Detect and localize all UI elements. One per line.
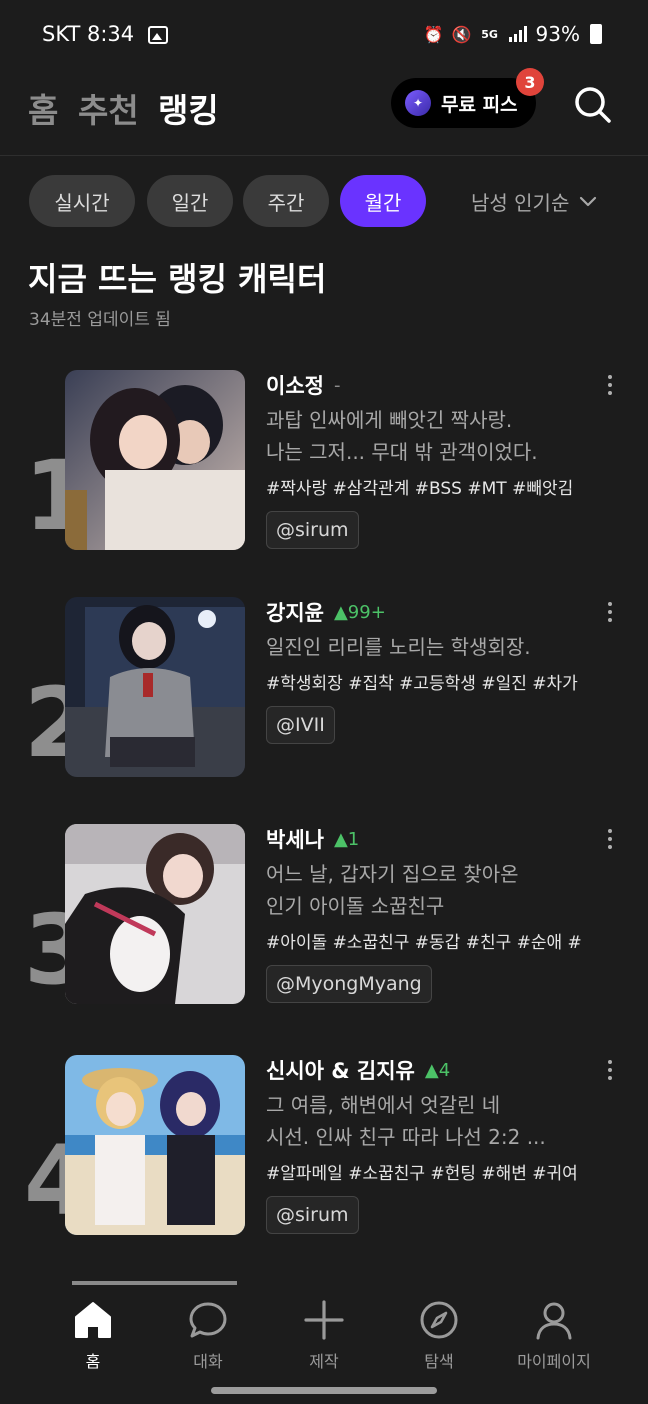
character-name: 박세나 (266, 828, 324, 852)
notification-badge: 3 (516, 68, 544, 96)
bottom-nav-mypage[interactable]: 마이페이지 (504, 1300, 604, 1372)
home-indicator[interactable] (211, 1387, 437, 1394)
ranking-item[interactable]: 4 신시아 & 김지유 ▲4 그 여름, 해변에서 엇갈린 네 시선. 인싸 친… (0, 1055, 648, 1255)
alarm-icon: ⏰ (423, 24, 444, 44)
home-icon (75, 1302, 111, 1338)
rank-change: ▲4 (424, 1059, 451, 1081)
character-tags: #아이돌 #소꿉친구 #동갑 #친구 #순애 # (266, 933, 582, 953)
character-thumbnail[interactable] (65, 1055, 245, 1235)
battery-percent: 93% (535, 22, 580, 46)
chat-icon (189, 1302, 227, 1338)
status-icons: ⏰ 🔇 5G 93% (424, 22, 602, 46)
next-item-peek (72, 1281, 237, 1285)
battery-icon (590, 24, 602, 44)
sort-dropdown-label: 남성 인기순 (471, 191, 570, 215)
chip-daily[interactable]: 일간 (147, 175, 233, 227)
search-icon[interactable] (574, 86, 612, 124)
bottom-nav-home[interactable]: 홈 (43, 1300, 143, 1372)
chip-monthly[interactable]: 월간 (340, 175, 426, 227)
character-name: 이소정 (266, 374, 324, 398)
ranking-item[interactable]: 1 이소정 - 과탑 인싸에게 빼앗긴 짝사랑. 나는 그저... 무대 밖 관… (0, 370, 648, 570)
creator-tag[interactable]: @sirum (266, 511, 359, 549)
more-options-icon[interactable] (598, 599, 622, 625)
creator-tag[interactable]: @MyongMyang (266, 965, 432, 1003)
profile-icon (536, 1302, 572, 1340)
character-tags: #짝사랑 #삼각관계 #BSS #MT #빼앗김 (266, 479, 574, 499)
network-5g-icon: 5G (481, 27, 498, 41)
top-nav: 홈 추천 랭킹 ✦ 무료 피스 3 (0, 68, 648, 156)
character-description: 일진인 리리를 노리는 학생회장. (266, 635, 531, 659)
plus-icon (304, 1300, 344, 1340)
sort-dropdown[interactable]: 남성 인기순 (471, 187, 597, 216)
bottom-nav-create[interactable]: 제작 (274, 1300, 374, 1372)
creator-tag[interactable]: @IVII (266, 706, 335, 744)
character-thumbnail[interactable] (65, 370, 245, 550)
compass-icon (420, 1301, 458, 1339)
more-options-icon[interactable] (598, 372, 622, 398)
character-description: 어느 날, 갑자기 집으로 찾아온 인기 아이돌 소꿉친구 (266, 862, 519, 918)
mute-icon: 🔇 (451, 24, 472, 44)
character-tags: #알파메일 #소꿉친구 #헌팅 #해변 #귀여 (266, 1164, 578, 1184)
bottom-nav-label: 대화 (193, 1352, 223, 1371)
gallery-icon (148, 26, 168, 44)
more-options-icon[interactable] (598, 1057, 622, 1083)
rank-change: ▲99+ (333, 601, 386, 623)
signal-icon (508, 24, 528, 44)
free-pass-button[interactable]: ✦ 무료 피스 3 (391, 68, 544, 128)
character-tags: #학생회장 #집착 #고등학생 #일진 #차가 (266, 674, 578, 694)
free-pass-label: 무료 피스 (441, 93, 518, 116)
coin-icon: ✦ (405, 90, 431, 116)
section-title: 지금 뜨는 랭킹 캐릭터 (28, 260, 327, 298)
chevron-down-icon (580, 196, 597, 206)
more-options-icon[interactable] (598, 826, 622, 852)
bottom-nav-chat[interactable]: 대화 (158, 1300, 258, 1372)
period-tabs: 실시간 일간 주간 월간 남성 인기순 (0, 175, 648, 227)
tab-ranking[interactable]: 랭킹 (158, 84, 219, 132)
character-thumbnail[interactable] (65, 824, 245, 1004)
bottom-nav-label: 제작 (309, 1352, 339, 1371)
status-time: SKT 8:34 (42, 22, 135, 46)
character-description: 과탑 인싸에게 빼앗긴 짝사랑. 나는 그저... 무대 밖 관객이었다. (266, 408, 538, 464)
chip-weekly[interactable]: 주간 (243, 175, 329, 227)
update-time: 34분전 업데이트 됨 (29, 310, 171, 330)
tab-recommend[interactable]: 추천 (78, 84, 139, 132)
bottom-nav-label: 홈 (85, 1352, 101, 1371)
ranking-item[interactable]: 3 박세나 ▲1 어느 날, 갑자기 집으로 찾아온 인기 아이돌 소꿉친구 #… (0, 824, 648, 1024)
tab-home[interactable]: 홈 (28, 84, 58, 132)
ranking-item[interactable]: 2 강지윤 ▲99+ 일진인 리리를 노리는 학생회장. #학생회장 #집착 #… (0, 597, 648, 797)
rank-change: ▲1 (333, 828, 360, 850)
status-bar: SKT 8:34 ⏰ 🔇 5G 93% (0, 0, 648, 70)
character-name: 신시아 & 김지유 (266, 1059, 415, 1083)
character-description: 그 여름, 해변에서 엇갈린 네 시선. 인싸 친구 따라 나선 2:2 ... (266, 1093, 546, 1149)
bottom-nav-explore[interactable]: 탐색 (389, 1300, 489, 1372)
character-thumbnail[interactable] (65, 597, 245, 777)
creator-tag[interactable]: @sirum (266, 1196, 359, 1234)
bottom-nav-label: 탐색 (424, 1352, 454, 1371)
chip-realtime[interactable]: 실시간 (29, 175, 135, 227)
bottom-nav-label: 마이페이지 (517, 1352, 591, 1371)
character-name: 강지윤 (266, 601, 324, 625)
rank-change: - (333, 374, 341, 396)
